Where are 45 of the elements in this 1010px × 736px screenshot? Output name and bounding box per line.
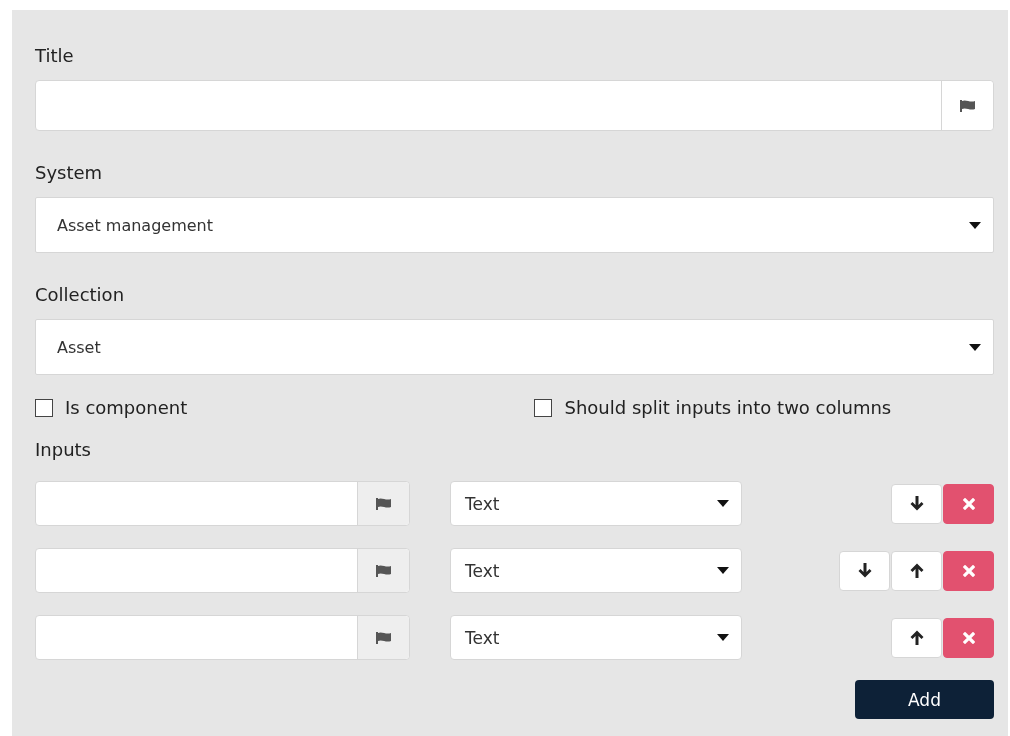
flag-icon xyxy=(375,564,392,577)
input-field[interactable] xyxy=(35,548,410,593)
caret-icon xyxy=(717,634,729,641)
delete-button[interactable] xyxy=(943,483,994,524)
delete-button[interactable] xyxy=(943,617,994,658)
field-label: System xyxy=(35,161,104,185)
move-up-button[interactable] xyxy=(891,550,942,591)
flag-icon xyxy=(375,631,392,644)
checkbox[interactable] xyxy=(534,398,553,417)
flag-button[interactable] xyxy=(941,81,993,130)
type-dropdown[interactable]: Text xyxy=(450,481,742,526)
input-field[interactable] xyxy=(35,481,410,526)
type-dropdown[interactable]: Text xyxy=(450,548,742,593)
move-down-button[interactable] xyxy=(839,550,890,591)
flag-button[interactable] xyxy=(357,549,409,592)
system-dropdown[interactable]: Asset management xyxy=(35,197,994,253)
caret-icon xyxy=(969,343,981,351)
arrow-down-icon xyxy=(857,563,872,578)
checkbox-label: Should split inputs into two columns xyxy=(564,397,892,418)
close-icon xyxy=(962,497,975,510)
flag-icon xyxy=(375,497,392,510)
field-label: Title xyxy=(35,44,75,68)
collection-dropdown[interactable]: Asset xyxy=(35,319,994,375)
checkbox[interactable] xyxy=(35,398,53,417)
arrow-down-icon xyxy=(909,496,924,511)
delete-button[interactable] xyxy=(943,550,994,591)
field-label: Collection xyxy=(35,283,126,307)
flag-button[interactable] xyxy=(357,482,409,525)
move-down-button[interactable] xyxy=(891,483,942,524)
flag-button[interactable] xyxy=(357,616,409,659)
arrow-up-icon xyxy=(909,630,924,645)
add-button[interactable]: Add xyxy=(855,680,994,719)
title-field[interactable] xyxy=(35,80,994,131)
close-icon xyxy=(962,631,975,644)
move-up-button[interactable] xyxy=(891,617,942,658)
close-icon xyxy=(962,564,975,577)
type-dropdown[interactable]: Text xyxy=(450,615,742,660)
caret-icon xyxy=(969,221,981,229)
caret-icon xyxy=(717,500,729,507)
flag-icon xyxy=(959,99,976,112)
section-label: Inputs xyxy=(35,438,92,462)
checkbox-label: Is component xyxy=(65,397,188,418)
caret-icon xyxy=(717,567,729,574)
input-field[interactable] xyxy=(35,615,410,660)
arrow-up-icon xyxy=(909,563,924,578)
